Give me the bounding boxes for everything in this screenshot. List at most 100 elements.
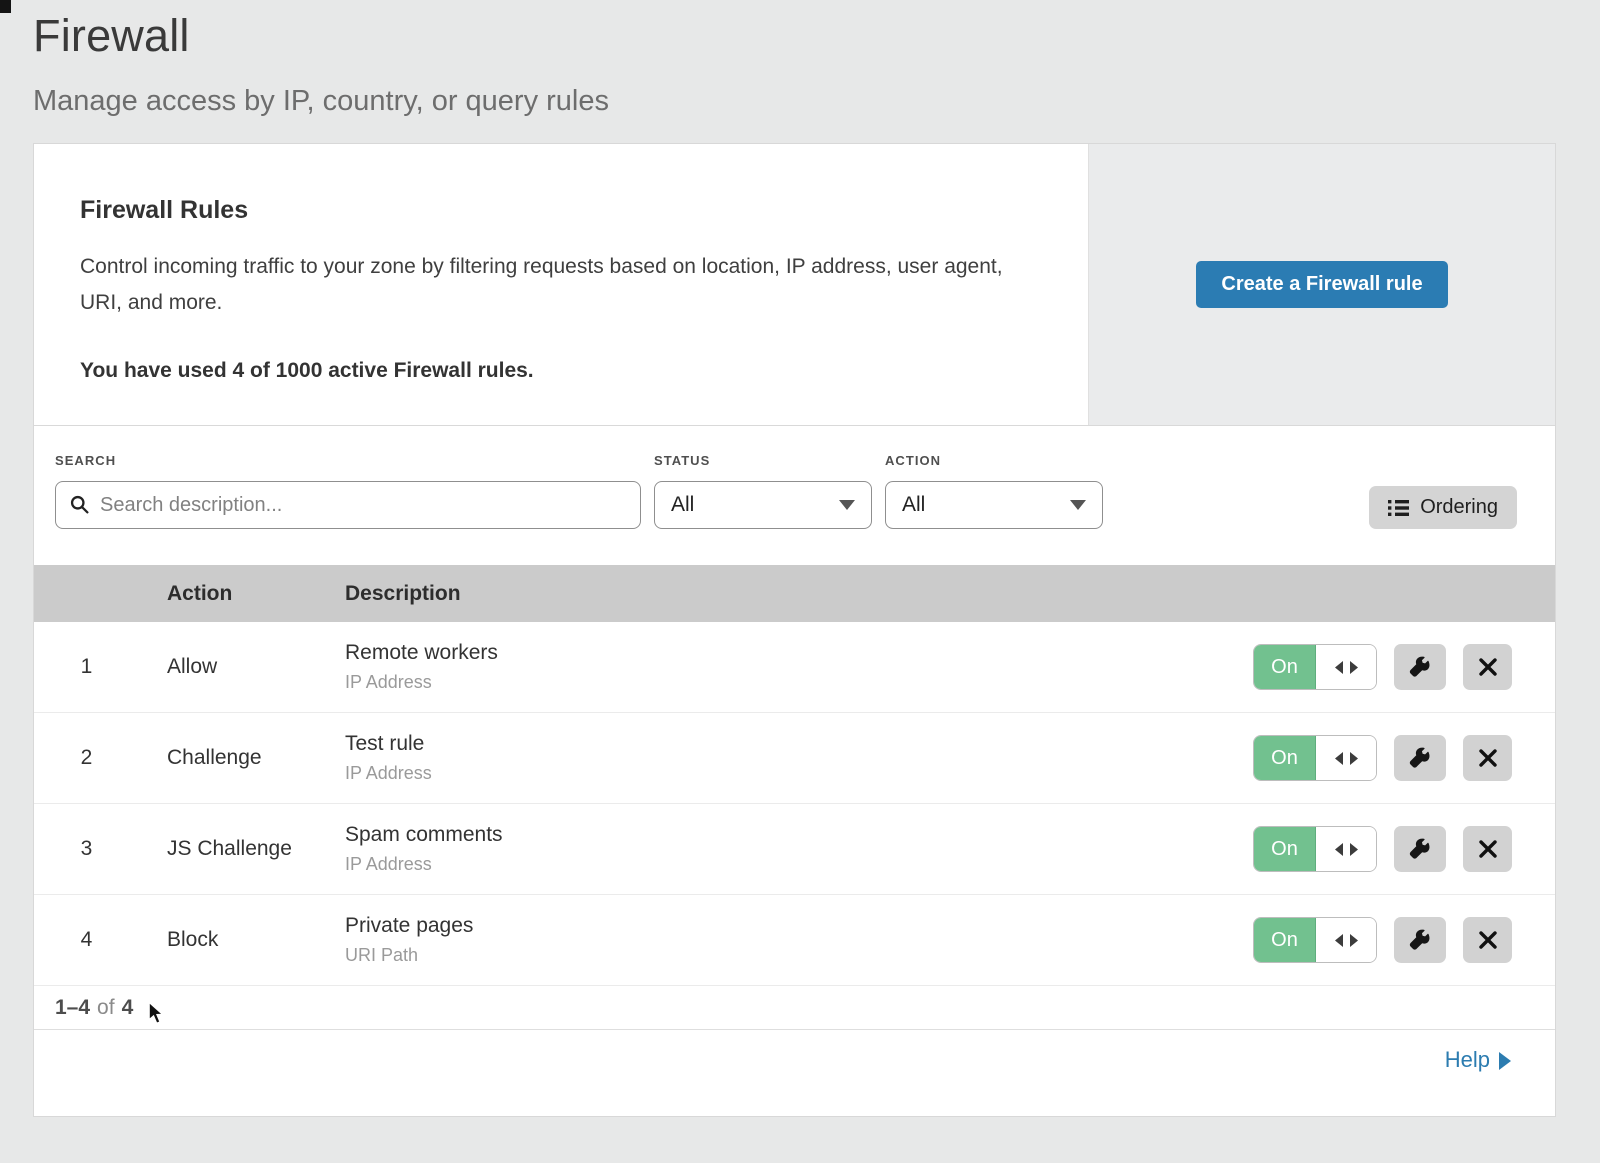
edit-rule-button[interactable]: [1394, 826, 1446, 872]
edit-rule-button[interactable]: [1394, 735, 1446, 781]
ordering-button[interactable]: Ordering: [1369, 486, 1517, 529]
search-input[interactable]: [55, 481, 641, 529]
left-right-arrows-icon: [1335, 934, 1358, 947]
rule-match-type: IP Address: [345, 854, 1252, 875]
delete-rule-button[interactable]: [1463, 826, 1512, 872]
caret-right-icon: [1499, 1052, 1511, 1070]
page-header: Firewall Manage access by IP, country, o…: [0, 0, 1600, 118]
card-usage-note: You have used 4 of 1000 active Firewall …: [80, 359, 1028, 383]
search-icon: [69, 494, 90, 515]
status-select-value: All: [671, 493, 839, 517]
ordering-button-label: Ordering: [1420, 496, 1498, 519]
rule-controls: On: [1252, 826, 1555, 872]
action-label: ACTION: [885, 453, 1103, 468]
rule-enabled-toggle[interactable]: On: [1253, 917, 1377, 963]
wrench-icon: [1409, 656, 1431, 678]
action-select-value: All: [902, 493, 1070, 517]
card-description: Control incoming traffic to your zone by…: [80, 249, 1028, 321]
edit-rule-button[interactable]: [1394, 644, 1446, 690]
help-link-label: Help: [1445, 1047, 1490, 1073]
rule-match-type: IP Address: [345, 763, 1252, 784]
firewall-rules-table: Action Description 1 Allow Remote worker…: [34, 565, 1555, 986]
rule-description-cell: Private pages URI Path: [345, 914, 1252, 966]
delete-rule-button[interactable]: [1463, 917, 1512, 963]
firewall-panel: Firewall Rules Control incoming traffic …: [33, 143, 1556, 1117]
rule-controls: On: [1252, 644, 1555, 690]
chevron-down-icon: [839, 500, 855, 510]
card-title: Firewall Rules: [80, 196, 1028, 225]
rule-action: Challenge: [167, 746, 345, 770]
left-right-arrows-icon: [1335, 843, 1358, 856]
chevron-down-icon: [1070, 500, 1086, 510]
help-link[interactable]: Help: [1445, 1047, 1511, 1073]
close-icon: [1479, 931, 1497, 949]
action-select[interactable]: All: [885, 481, 1103, 529]
pagination-total: 4: [122, 996, 134, 1020]
rule-description: Test rule: [345, 732, 1252, 756]
rule-enabled-toggle[interactable]: On: [1253, 735, 1377, 781]
rule-controls: On: [1252, 735, 1555, 781]
firewall-rules-card-text: Firewall Rules Control incoming traffic …: [34, 144, 1088, 425]
status-label: STATUS: [654, 453, 872, 468]
firewall-rules-card: Firewall Rules Control incoming traffic …: [34, 144, 1555, 426]
wrench-icon: [1409, 929, 1431, 951]
rule-action: Block: [167, 928, 345, 952]
rule-description-cell: Remote workers IP Address: [345, 641, 1252, 693]
search-label: SEARCH: [55, 453, 641, 468]
delete-rule-button[interactable]: [1463, 735, 1512, 781]
wrench-icon: [1409, 747, 1431, 769]
description-column-header: Description: [345, 582, 1252, 606]
table-row: 2 Challenge Test rule IP Address On: [34, 713, 1555, 804]
close-icon: [1479, 749, 1497, 767]
status-select[interactable]: All: [654, 481, 872, 529]
mouse-cursor: [146, 1001, 170, 1027]
toggle-on-label: On: [1254, 918, 1316, 962]
rule-priority: 1: [34, 655, 167, 679]
rule-action: JS Challenge: [167, 837, 345, 861]
status-filter-group: STATUS All: [654, 453, 872, 529]
page-title: Firewall: [33, 10, 1600, 62]
rule-match-type: IP Address: [345, 672, 1252, 693]
rule-enabled-toggle[interactable]: On: [1253, 826, 1377, 872]
wrench-icon: [1409, 838, 1431, 860]
rule-action: Allow: [167, 655, 345, 679]
screen-corner-artifact: [0, 0, 11, 13]
table-row: 1 Allow Remote workers IP Address On: [34, 622, 1555, 713]
edit-rule-button[interactable]: [1394, 917, 1446, 963]
toggle-handle: [1316, 918, 1376, 962]
search-box: [55, 481, 641, 529]
toggle-on-label: On: [1254, 645, 1316, 689]
rule-enabled-toggle[interactable]: On: [1253, 644, 1377, 690]
close-icon: [1479, 658, 1497, 676]
rule-priority: 3: [34, 837, 167, 861]
toggle-on-label: On: [1254, 736, 1316, 780]
page-subtitle: Manage access by IP, country, or query r…: [33, 85, 1600, 118]
ordering-wrap: Ordering: [1369, 453, 1517, 529]
delete-rule-button[interactable]: [1463, 644, 1512, 690]
table-row: 3 JS Challenge Spam comments IP Address …: [34, 804, 1555, 895]
pagination-range: 1–4: [55, 996, 90, 1020]
pagination-separator: of: [97, 996, 115, 1020]
create-firewall-rule-button[interactable]: Create a Firewall rule: [1196, 261, 1447, 308]
close-icon: [1479, 840, 1497, 858]
left-right-arrows-icon: [1335, 752, 1358, 765]
create-rule-panel: Create a Firewall rule: [1088, 144, 1555, 425]
toggle-on-label: On: [1254, 827, 1316, 871]
left-right-arrows-icon: [1335, 661, 1358, 674]
rule-description: Remote workers: [345, 641, 1252, 665]
rule-controls: On: [1252, 917, 1555, 963]
rule-priority: 2: [34, 746, 167, 770]
rule-description-cell: Spam comments IP Address: [345, 823, 1252, 875]
action-filter-group: ACTION All: [885, 453, 1103, 529]
search-filter-group: SEARCH: [55, 453, 641, 529]
filters-bar: SEARCH STATUS All ACTION All: [34, 426, 1555, 565]
toggle-handle: [1316, 827, 1376, 871]
table-header-row: Action Description: [34, 565, 1555, 622]
rule-priority: 4: [34, 928, 167, 952]
rule-description: Spam comments: [345, 823, 1252, 847]
action-column-header: Action: [167, 582, 345, 606]
toggle-handle: [1316, 736, 1376, 780]
ordered-list-icon: [1388, 499, 1409, 517]
pagination-status: 1–4 of 4: [34, 986, 1555, 1029]
toggle-handle: [1316, 645, 1376, 689]
